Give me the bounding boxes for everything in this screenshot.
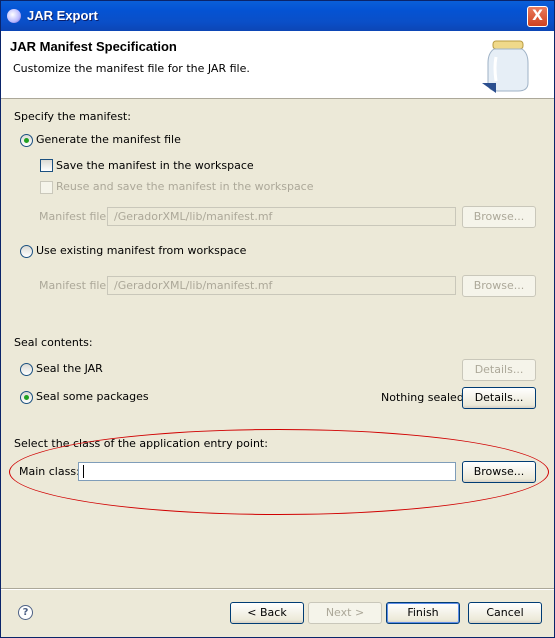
close-button[interactable]: X	[527, 6, 548, 27]
seal-some-details-button[interactable]: Details...	[462, 387, 536, 409]
use-existing-manifest-label[interactable]: Use existing manifest from workspace	[36, 244, 246, 257]
window-title: JAR Export	[27, 8, 98, 23]
title-bar[interactable]: JAR Export X	[1, 1, 554, 31]
main-class-input[interactable]	[78, 462, 456, 481]
cancel-button[interactable]: Cancel	[468, 602, 542, 624]
page-description: Customize the manifest file for the JAR …	[13, 62, 250, 75]
manifest-file-field[interactable]: /GeradorXML/lib/manifest.mf	[107, 207, 456, 226]
reuse-manifest-label: Reuse and save the manifest in the works…	[56, 180, 314, 193]
main-class-browse-button[interactable]: Browse...	[462, 461, 536, 483]
back-button[interactable]: < Back	[230, 602, 304, 624]
existing-manifest-file-field[interactable]: /GeradorXML/lib/manifest.mf	[107, 276, 456, 295]
footer-separator	[1, 588, 554, 590]
finish-button[interactable]: Finish	[386, 602, 460, 624]
main-class-label: Main class:	[19, 465, 80, 478]
next-button[interactable]: Next >	[308, 602, 382, 624]
manifest-browse-button[interactable]: Browse...	[462, 206, 536, 228]
seal-some-packages-label[interactable]: Seal some packages	[36, 390, 149, 403]
seal-jar-details-button[interactable]: Details...	[462, 359, 536, 381]
seal-jar-radio[interactable]	[20, 363, 33, 376]
manifest-section-label: Specify the manifest:	[14, 110, 131, 123]
use-existing-manifest-radio[interactable]	[20, 245, 33, 258]
save-manifest-label[interactable]: Save the manifest in the workspace	[56, 159, 254, 172]
entry-point-section-label: Select the class of the application entr…	[14, 437, 268, 450]
seal-section-label: Seal contents:	[14, 336, 93, 349]
save-manifest-checkbox[interactable]	[40, 159, 53, 172]
manifest-file-label: Manifest file:	[39, 210, 110, 223]
text-caret	[83, 465, 84, 478]
jar-icon	[482, 40, 529, 93]
seal-some-packages-radio[interactable]	[20, 391, 33, 404]
reuse-manifest-checkbox[interactable]	[40, 181, 53, 194]
eclipse-icon	[7, 9, 21, 23]
existing-manifest-file-label: Manifest file:	[39, 279, 110, 292]
existing-manifest-browse-button[interactable]: Browse...	[462, 275, 536, 297]
seal-jar-label[interactable]: Seal the JAR	[36, 362, 103, 375]
help-icon[interactable]: ?	[18, 605, 33, 620]
generate-manifest-label[interactable]: Generate the manifest file	[36, 133, 181, 146]
generate-manifest-radio[interactable]	[20, 134, 33, 147]
seal-status-text: Nothing sealed	[381, 391, 464, 404]
wizard-banner: JAR Manifest Specification Customize the…	[1, 31, 554, 99]
jar-export-dialog: JAR Export X JAR Manifest Specification …	[0, 0, 555, 638]
page-title: JAR Manifest Specification	[10, 39, 177, 54]
